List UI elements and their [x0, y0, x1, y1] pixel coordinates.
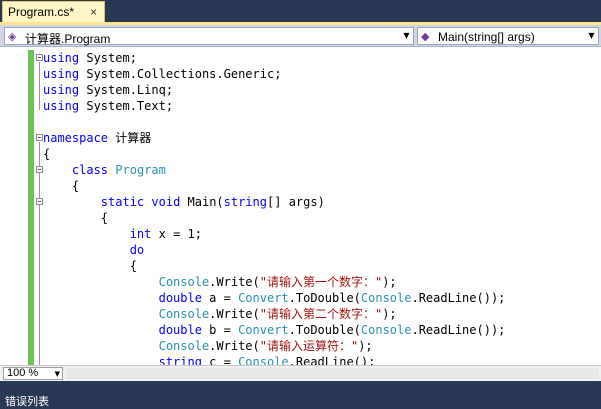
code-line: {	[43, 211, 109, 225]
outline-line	[39, 62, 40, 110]
document-tab-strip: Program.cs* ×	[0, 0, 601, 22]
error-list-title: 错误列表	[5, 396, 49, 408]
zoom-dropdown[interactable]: 100 % ▼	[3, 367, 63, 380]
code-line: using System.Collections.Generic;	[43, 67, 282, 81]
code-line: string c = Console.ReadLine();	[158, 355, 376, 365]
code-line: {	[43, 147, 51, 161]
code-editor[interactable]: using System; using System.Collections.G…	[0, 47, 601, 365]
code-line: using System;	[43, 51, 137, 65]
editor-status-bar: 100 % ▼	[0, 365, 601, 381]
code-line: int x = 1;	[129, 227, 202, 241]
zoom-level: 100 %	[7, 367, 39, 379]
chevron-down-icon[interactable]: ▼	[55, 368, 60, 380]
collapse-namespace-icon[interactable]	[36, 134, 43, 141]
change-tracking-bar	[28, 50, 34, 365]
code-line: Console.Write("请输入第一个数字：");	[158, 275, 397, 289]
type-dropdown-value: 计算器.Program	[25, 32, 111, 46]
chevron-down-icon[interactable]: ▼	[400, 28, 413, 44]
tab-program-cs[interactable]: Program.cs* ×	[2, 1, 105, 22]
collapse-method-icon[interactable]	[36, 198, 43, 205]
method-icon: ◆	[421, 30, 430, 43]
horizontal-scrollbar[interactable]	[66, 368, 599, 379]
code-line: using System.Linq;	[43, 83, 174, 97]
member-dropdown[interactable]: ◆ Main(string[] args) ▼	[417, 27, 599, 45]
code-line: {	[43, 259, 137, 273]
code-line: {	[43, 179, 80, 193]
indicator-margin	[0, 47, 28, 365]
code-text[interactable]: using System; using System.Collections.G…	[43, 50, 505, 365]
code-line: using System.Text;	[43, 99, 174, 113]
code-line: Console.Write("请输入运算符：");	[158, 339, 373, 353]
collapse-class-icon[interactable]	[36, 166, 43, 173]
outline-line	[39, 142, 40, 365]
code-line: double b = Convert.ToDouble(Console.Read…	[158, 323, 506, 337]
member-dropdown-value: Main(string[] args)	[438, 30, 535, 44]
close-tab-icon[interactable]: ×	[90, 5, 97, 19]
code-line: Console.Write("请输入第二个数字：");	[158, 307, 397, 321]
code-line: namespace 计算器	[43, 131, 152, 145]
chevron-down-icon[interactable]: ▼	[585, 28, 598, 44]
error-list-panel-header[interactable]: 错误列表	[0, 381, 601, 408]
code-line: static void Main(string[] args)	[100, 195, 325, 209]
code-line: class Program	[71, 163, 166, 177]
class-icon: ◈	[8, 30, 17, 43]
code-line: do	[129, 243, 145, 257]
code-line: double a = Convert.ToDouble(Console.Read…	[158, 291, 506, 305]
collapse-usings-icon[interactable]	[36, 54, 43, 61]
type-dropdown[interactable]: ◈ 计算器.Program ▼	[4, 27, 414, 46]
tab-title: Program.cs*	[8, 5, 75, 19]
navigation-bar: ◈ 计算器.Program ▼ ◆ Main(string[] args) ▼	[0, 25, 601, 47]
